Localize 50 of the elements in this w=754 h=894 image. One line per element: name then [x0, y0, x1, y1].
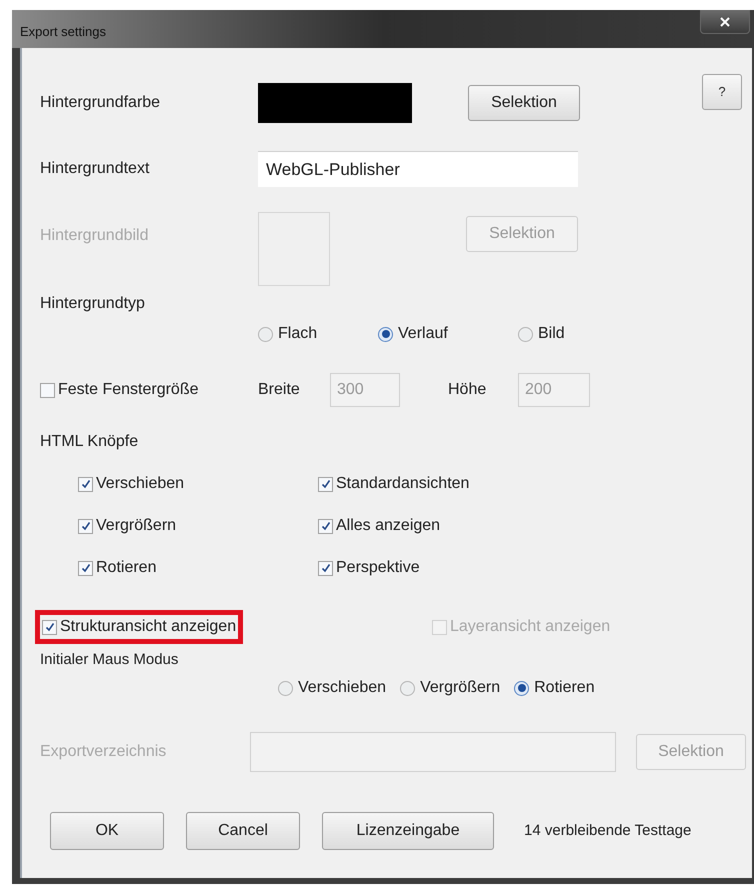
checkbox[interactable]: Perspektive: [318, 556, 558, 580]
selection-button[interactable]: Selektion: [468, 85, 580, 121]
folder-field[interactable]: [250, 732, 616, 772]
checkbox[interactable]: Standardansichten: [318, 472, 558, 496]
color-swatch[interactable]: [258, 83, 412, 123]
checkmark-icon: [80, 563, 90, 573]
checkbox[interactable]: Vergrößern: [78, 514, 318, 538]
checkmark-icon: [320, 521, 330, 531]
dialog-button[interactable]: Lizenzeingabe: [322, 812, 494, 850]
radio-button[interactable]: Verschieben: [278, 676, 386, 700]
radio-button[interactable]: Bild: [518, 322, 658, 346]
checkbox-square[interactable]: [40, 382, 55, 398]
checkmark-icon: [320, 479, 330, 489]
field-label: Hintergrundtyp: [40, 295, 145, 312]
checkbox-square[interactable]: [78, 518, 93, 534]
field-label: Hintergrundfarbe: [40, 93, 162, 113]
checkbox-square[interactable]: [42, 620, 57, 634]
checkmark-icon: [80, 521, 90, 531]
checkbox-square[interactable]: [78, 476, 93, 492]
field-label: Hintergrundbild: [40, 226, 150, 246]
checkbox[interactable]: Feste Fenstergröße: [40, 378, 258, 402]
checkbox-square[interactable]: [318, 518, 333, 534]
checkbox[interactable]: Alles anzeigen: [318, 514, 558, 538]
checkmark-icon: [320, 563, 330, 573]
checkbox[interactable]: Verschieben: [78, 472, 318, 496]
field-label: Initialer Maus Modus: [40, 651, 178, 668]
text-field[interactable]: WebGL-Publisher: [258, 151, 578, 187]
field-label: Hintergrundtext: [40, 159, 150, 179]
radio-button[interactable]: Vergrößern: [400, 676, 500, 700]
window-title: Export settings: [20, 23, 106, 41]
field-label: Exportverzeichnis: [40, 742, 168, 762]
checkbox-square[interactable]: [78, 560, 93, 576]
checkbox[interactable]: Rotieren: [78, 556, 318, 580]
close-icon: [720, 17, 730, 27]
radio-button[interactable]: Verlauf: [378, 322, 518, 346]
section-label: HTML Knöpfe: [40, 432, 138, 452]
checkmark-icon: [80, 479, 90, 489]
radio-button[interactable]: Flach: [258, 322, 378, 346]
trial-note: 14 verbleibende Testtage: [524, 820, 692, 841]
dialog-button[interactable]: OK: [50, 812, 164, 850]
checkbox[interactable]: Strukturansicht anzeigen: [42, 615, 236, 639]
field-label: Höhe: [448, 380, 488, 400]
radio-button[interactable]: Rotieren: [514, 676, 595, 700]
checkmark-icon: [44, 622, 54, 632]
dialog-button[interactable]: Cancel: [186, 812, 300, 850]
field-label: Breite: [258, 380, 301, 400]
checkbox-square[interactable]: [318, 560, 333, 576]
help-button[interactable]: ?: [702, 74, 742, 110]
close-button[interactable]: [700, 10, 750, 34]
checkbox-square[interactable]: [318, 476, 333, 492]
